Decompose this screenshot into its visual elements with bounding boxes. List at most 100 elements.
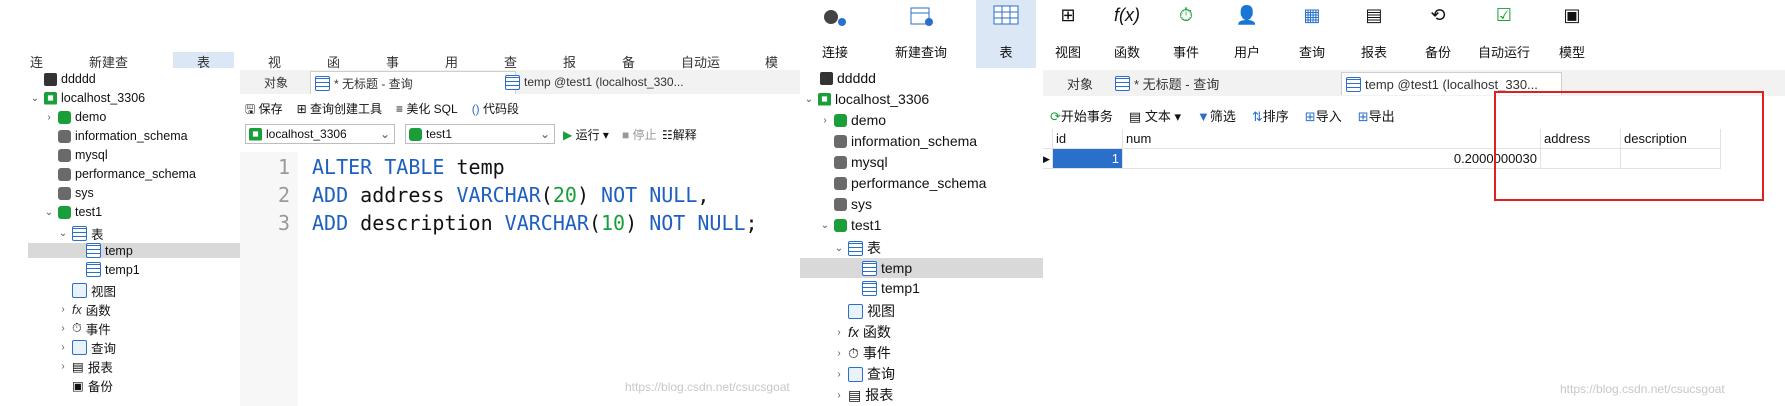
chevron-right-icon[interactable]: › — [834, 390, 844, 401]
toolbar-connect[interactable]: 连接 — [808, 0, 862, 68]
tree-item-mysql[interactable]: mysql — [834, 154, 888, 170]
chevron-right-icon[interactable]: › — [834, 348, 844, 359]
chevron-right-icon[interactable]: › — [834, 369, 844, 380]
chevron-right-icon[interactable]: › — [44, 112, 54, 123]
column-header[interactable]: num — [1123, 129, 1541, 149]
tree-item-functions[interactable]: › fx 函数 — [58, 300, 110, 319]
tree-item-queries[interactable]: › 查询 — [58, 338, 116, 357]
column-header[interactable]: id — [1053, 129, 1123, 149]
toolbar-autorun[interactable]: 自动运行 — [681, 52, 731, 89]
tree-item-temp1[interactable]: temp1 — [86, 262, 140, 277]
tree-item-reports[interactable]: › ▤ 报表 — [58, 357, 113, 376]
toolbar-event[interactable]: ⏱ 事件 — [1164, 0, 1208, 68]
tree-item-temp[interactable]: temp — [800, 258, 1043, 278]
chevron-right-icon[interactable]: › — [58, 361, 68, 372]
code-snippet-button[interactable]: () 代码段 — [472, 100, 519, 118]
import-button[interactable]: ⊞导入 — [1305, 106, 1342, 124]
query-builder-button[interactable]: ⊞ 查询创建工具 — [297, 100, 382, 118]
begin-transaction-button[interactable]: ⟳开始事务 — [1050, 106, 1113, 124]
toolbar-backup[interactable]: ⟲ 备份 — [1416, 0, 1460, 68]
toolbar-connect[interactable]: 连接 — [30, 52, 55, 89]
export-button[interactable]: ⊞导出 — [1358, 106, 1395, 124]
toolbar-model[interactable]: 模型 — [765, 52, 790, 89]
chevron-down-icon[interactable]: ⌄ — [44, 207, 54, 218]
toolbar-report[interactable]: 报表 — [563, 52, 588, 89]
sql-editor[interactable]: 1 2 3 ALTER TABLE temp ADD address VARCH… — [240, 152, 800, 406]
tree-item-sys[interactable]: sys — [834, 196, 872, 212]
toolbar-event[interactable]: 事件 — [386, 52, 411, 89]
tree-item-tables[interactable]: ⌄ 表 — [834, 238, 881, 258]
tree-item-tables[interactable]: ⌄ 表 — [58, 224, 104, 243]
tree-item-information-schema[interactable]: information_schema — [58, 129, 188, 143]
toolbar-user[interactable]: 👤 用户 — [1225, 0, 1269, 68]
run-button[interactable]: ▶ 运行 ▾ — [563, 126, 609, 143]
toolbar-query[interactable]: 查询 — [504, 52, 529, 89]
toolbar-function[interactable]: 函数 — [327, 52, 352, 89]
line-number: 3 — [277, 211, 290, 235]
tree-item-temp1[interactable]: temp1 — [862, 280, 920, 296]
chevron-down-icon[interactable]: ⌄ — [820, 220, 830, 231]
sort-button[interactable]: ⇅排序 — [1252, 106, 1289, 124]
tree-item-localhost[interactable]: ⌄ localhost_3306 — [30, 91, 145, 105]
toolbar-table[interactable]: 表 — [976, 0, 1036, 68]
chevron-right-icon[interactable]: › — [58, 323, 68, 334]
chevron-down-icon[interactable]: ⌄ — [58, 228, 68, 239]
tree-item-mysql[interactable]: mysql — [58, 148, 108, 162]
tree-item-events[interactable]: › ⏱ 事件 — [58, 319, 110, 338]
tree-item-ddddd[interactable]: ddddd — [44, 72, 96, 86]
tree-item-demo[interactable]: › demo — [44, 110, 106, 124]
tree-item-test1[interactable]: ⌄ test1 — [44, 205, 102, 219]
text-button[interactable]: ▤ 文本 ▾ — [1129, 106, 1181, 124]
beautify-sql-button[interactable]: ≡ 美化 SQL — [396, 100, 458, 118]
toolbar-new-query[interactable]: 新建查询 — [89, 52, 139, 89]
chevron-down-icon[interactable]: ⌄ — [834, 243, 844, 254]
table-cell[interactable]: 0.2000000030 — [1123, 149, 1541, 169]
tree-item-queries[interactable]: › 查询 — [834, 364, 895, 384]
toolbar-function[interactable]: f(x) 函数 — [1105, 0, 1149, 68]
toolbar-user[interactable]: 用户 — [445, 52, 470, 89]
tab-objects[interactable]: 对象 — [1067, 72, 1093, 94]
chevron-right-icon[interactable]: › — [58, 342, 68, 353]
chevron-down-icon[interactable]: ⌄ — [804, 94, 814, 105]
tree-item-information-schema[interactable]: information_schema — [834, 133, 977, 149]
tree-item-performance-schema[interactable]: performance_schema — [58, 167, 196, 181]
database-select[interactable]: test1 ⌄ — [405, 124, 555, 144]
tree-item-ddddd[interactable]: ddddd — [820, 70, 876, 86]
code-line-1: ALTER TABLE temp — [312, 155, 505, 179]
toolbar-view[interactable]: 视图 — [268, 52, 293, 89]
chevron-right-icon[interactable]: › — [58, 304, 68, 315]
tree-item-sys[interactable]: sys — [58, 186, 94, 200]
chevron-right-icon[interactable]: › — [820, 115, 830, 126]
tab-temp-table[interactable]: temp @test1 (localhost_330... — [505, 71, 684, 93]
table-cell[interactable]: 1 — [1053, 149, 1123, 169]
toolbar-backup[interactable]: 备份 — [622, 52, 647, 89]
toolbar-view[interactable]: ⊞ 视图 — [1046, 0, 1090, 68]
tree-item-localhost[interactable]: ⌄ localhost_3306 — [804, 91, 929, 107]
toolbar-autorun[interactable]: ☑ 自动运行 — [1472, 0, 1536, 68]
tree-item-backup[interactable]: ▣ 备份 — [72, 376, 113, 395]
tree-item-views[interactable]: 视图 — [72, 281, 116, 300]
tree-item-functions[interactable]: › fx 函数 — [834, 322, 891, 342]
tree-item-demo[interactable]: › demo — [820, 112, 886, 128]
chevron-down-icon[interactable]: ⌄ — [30, 93, 40, 104]
explain-button[interactable]: ☷解释 — [662, 126, 697, 143]
chevron-right-icon[interactable]: › — [834, 327, 844, 338]
tab-untitled-query[interactable]: * 无标题 - 查询 — [310, 71, 516, 94]
toolbar-report[interactable]: ▤ 报表 — [1352, 0, 1396, 68]
toolbar-model[interactable]: ▣ 模型 — [1550, 0, 1594, 68]
tree-item-views[interactable]: 视图 — [848, 301, 895, 321]
stop-button[interactable]: ■ 停止 — [622, 126, 657, 143]
connection-select[interactable]: localhost_3306 ⌄ — [245, 124, 395, 144]
tree-item-events[interactable]: › ⏱ 事件 — [834, 343, 891, 363]
tab-untitled-query[interactable]: * 无标题 - 查询 — [1115, 72, 1219, 94]
save-button[interactable]: 🖫 保存 — [245, 100, 283, 118]
toolbar-table[interactable]: 表 — [172, 52, 234, 70]
tab-objects[interactable]: 对象 — [264, 71, 288, 93]
tree-item-temp[interactable]: temp — [28, 243, 240, 258]
toolbar-new-query[interactable]: 新建查询 — [876, 0, 966, 68]
tree-item-test1[interactable]: ⌄ test1 — [820, 217, 882, 233]
filter-button[interactable]: ▼筛选 — [1197, 106, 1236, 124]
tree-item-reports[interactable]: › ▤ 报表 — [834, 385, 893, 405]
tree-item-performance-schema[interactable]: performance_schema — [834, 175, 986, 191]
toolbar-query[interactable]: ▦ 查询 — [1290, 0, 1334, 68]
